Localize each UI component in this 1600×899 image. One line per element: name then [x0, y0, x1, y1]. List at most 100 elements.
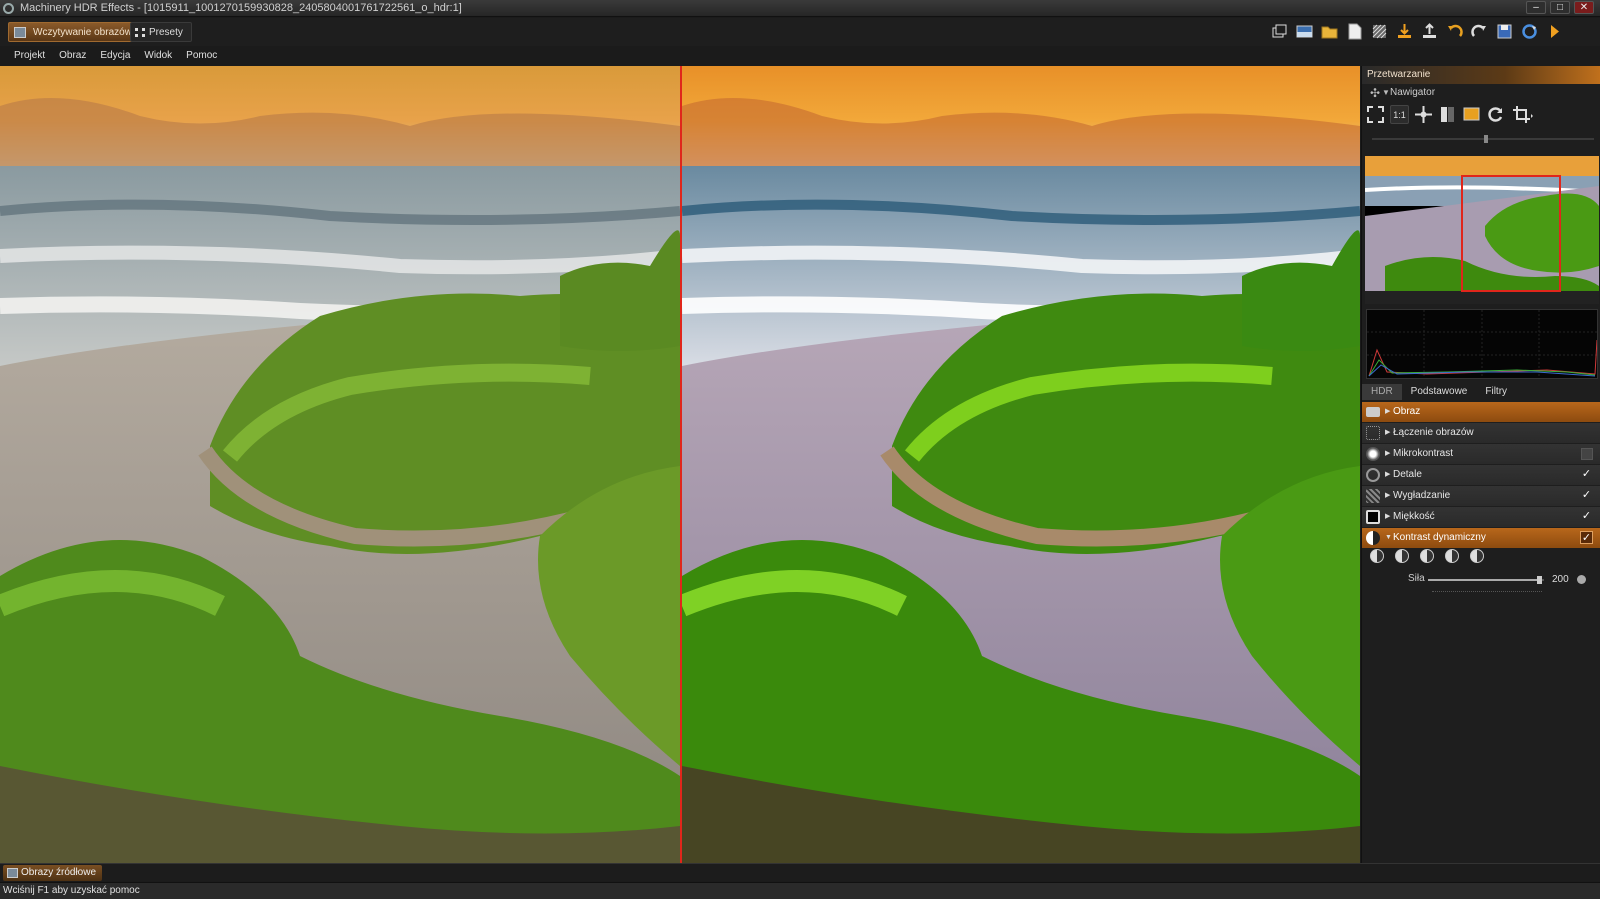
windows-icon[interactable] — [1270, 22, 1289, 41]
image-viewer[interactable] — [0, 66, 1360, 863]
miekkosc-checkbox[interactable]: ✓ — [1580, 510, 1593, 523]
rotate-icon[interactable] — [1486, 105, 1505, 124]
tab-filtry[interactable]: Filtry — [1476, 384, 1516, 400]
merge-icon — [1366, 426, 1380, 440]
images-icon — [7, 868, 18, 878]
play-icon[interactable] — [1545, 22, 1564, 41]
export-icon[interactable] — [1420, 22, 1439, 41]
navigator-thumbnail[interactable] — [1365, 156, 1599, 304]
section-laczenie-obrazow[interactable]: ▶ Łączenie obrazów — [1362, 423, 1600, 443]
document-icon[interactable] — [1345, 22, 1364, 41]
sila-slider[interactable] — [1428, 576, 1544, 584]
fit-screen-icon[interactable] — [1366, 105, 1385, 124]
folder-icon[interactable] — [1320, 22, 1339, 41]
section-wygladzanie[interactable]: ▶ Wygładzanie ✓ — [1362, 486, 1600, 506]
panorama-icon[interactable] — [1295, 22, 1314, 41]
collapse-arrow-icon: ▼ — [1382, 88, 1390, 97]
contrast-preset-2-icon[interactable] — [1395, 549, 1409, 563]
crop-icon[interactable] — [1512, 105, 1533, 124]
section-miekkosc[interactable]: ▶ Miękkość ✓ — [1362, 507, 1600, 527]
load-images-label: Wczytywanie obrazów — [33, 27, 132, 38]
section-label: Miękkość — [1393, 511, 1435, 522]
wygladzanie-checkbox[interactable]: ✓ — [1580, 489, 1593, 502]
section-kontrast-dynamiczny[interactable]: ▼ Kontrast dynamiczny ✓ — [1362, 528, 1600, 548]
viewport-rectangle[interactable] — [1461, 175, 1561, 292]
sila-value[interactable]: 200 — [1552, 574, 1569, 585]
expand-arrow-icon: ▶ — [1385, 408, 1391, 415]
contrast-preset-5-icon[interactable] — [1470, 549, 1484, 563]
section-label: Wygładzanie — [1393, 490, 1451, 501]
kontrast-dynamiczny-checkbox[interactable]: ✓ — [1580, 531, 1593, 544]
section-label: Detale — [1393, 469, 1422, 480]
menu-obraz[interactable]: Obraz — [59, 47, 86, 65]
tab-podstawowe[interactable]: Podstawowe — [1402, 384, 1477, 400]
zoom-slider-knob[interactable] — [1484, 135, 1488, 143]
section-label: Obraz — [1393, 406, 1421, 417]
pattern-icon[interactable] — [1370, 22, 1389, 41]
main-toolbar: Wczytywanie obrazów Presety — [0, 18, 1600, 46]
undo-icon[interactable] — [1445, 22, 1464, 41]
navigator-tools: 1:1 — [1362, 102, 1600, 128]
section-obraz[interactable]: ▶ Obraz — [1362, 402, 1600, 422]
zoom-1-1-button[interactable]: 1:1 — [1390, 105, 1409, 124]
single-view-icon[interactable] — [1462, 105, 1481, 124]
maximize-button[interactable]: □ — [1550, 1, 1570, 14]
menu-edycja[interactable]: Edycja — [100, 47, 130, 65]
save-icon[interactable] — [1495, 22, 1514, 41]
sila-slider-fill — [1428, 579, 1540, 581]
contrast-preset-4-icon[interactable] — [1445, 549, 1459, 563]
split-view-icon[interactable] — [1438, 105, 1457, 124]
details-icon — [1366, 468, 1380, 482]
mikrokontrast-checkbox[interactable] — [1581, 448, 1593, 460]
close-button[interactable]: ✕ — [1574, 1, 1594, 14]
navigator-header[interactable]: ✣ ▼ Nawigator — [1362, 84, 1600, 102]
sila-control: Siła 200 — [1362, 572, 1600, 588]
menu-pomoc[interactable]: Pomoc — [186, 47, 217, 65]
presets-label: Presety — [149, 27, 183, 38]
contrast-presets — [1370, 549, 1484, 563]
softness-icon — [1366, 510, 1380, 524]
grid-icon — [135, 28, 145, 37]
menu-projekt[interactable]: Projekt — [14, 47, 45, 65]
dynamic-contrast-icon — [1366, 531, 1380, 545]
bottom-bar: Obrazy źródłowe — [0, 863, 1600, 881]
expand-arrow-icon: ▶ — [1385, 429, 1391, 436]
section-label: Kontrast dynamiczny — [1393, 532, 1486, 543]
sila-ticks — [1432, 591, 1542, 594]
minimize-button[interactable]: – — [1526, 1, 1546, 14]
expand-arrow-icon: ▶ — [1385, 450, 1391, 457]
processed-image[interactable] — [682, 66, 1360, 863]
contrast-preset-1-icon[interactable] — [1370, 549, 1384, 563]
contrast-preset-3-icon[interactable] — [1420, 549, 1434, 563]
menu-widok[interactable]: Widok — [144, 47, 172, 65]
section-label: Mikrokontrast — [1393, 448, 1454, 459]
spin-icon[interactable] — [1577, 575, 1586, 584]
section-detale[interactable]: ▶ Detale ✓ — [1362, 465, 1600, 485]
presets-tab[interactable]: Presety — [130, 22, 192, 42]
app-icon — [3, 3, 14, 14]
section-mikrokontrast[interactable]: ▶ Mikrokontrast — [1362, 444, 1600, 464]
status-text: Wciśnij F1 aby uzyskać pomoc — [3, 885, 140, 896]
sila-slider-knob[interactable] — [1537, 576, 1543, 584]
import-icon[interactable] — [1395, 22, 1414, 41]
expand-arrow-icon: ▶ — [1385, 492, 1391, 499]
collapse-arrow-icon: ▼ — [1385, 534, 1392, 541]
histogram — [1366, 309, 1598, 379]
app-window: Machinery HDR Effects - [1015911_1001270… — [0, 0, 1600, 899]
detale-checkbox[interactable]: ✓ — [1580, 468, 1593, 481]
image-section-icon — [1366, 407, 1380, 417]
tab-hdr[interactable]: HDR — [1362, 384, 1402, 400]
zoom-slider[interactable] — [1372, 135, 1594, 143]
toolbar-icons — [1270, 22, 1564, 41]
load-images-tab[interactable]: Wczytywanie obrazów — [8, 22, 141, 42]
original-image[interactable] — [0, 66, 680, 863]
process-icon[interactable] — [1520, 22, 1539, 41]
processing-tabs: HDR Podstawowe Filtry — [1362, 384, 1600, 400]
source-images-label: Obrazy źródłowe — [21, 867, 97, 878]
expand-arrow-icon: ▶ — [1385, 513, 1391, 520]
images-icon — [14, 27, 26, 38]
pan-icon[interactable] — [1414, 105, 1433, 124]
redo-icon[interactable] — [1470, 22, 1489, 41]
window-controls: – □ ✕ — [1526, 1, 1594, 14]
source-images-tab[interactable]: Obrazy źródłowe — [3, 865, 103, 881]
